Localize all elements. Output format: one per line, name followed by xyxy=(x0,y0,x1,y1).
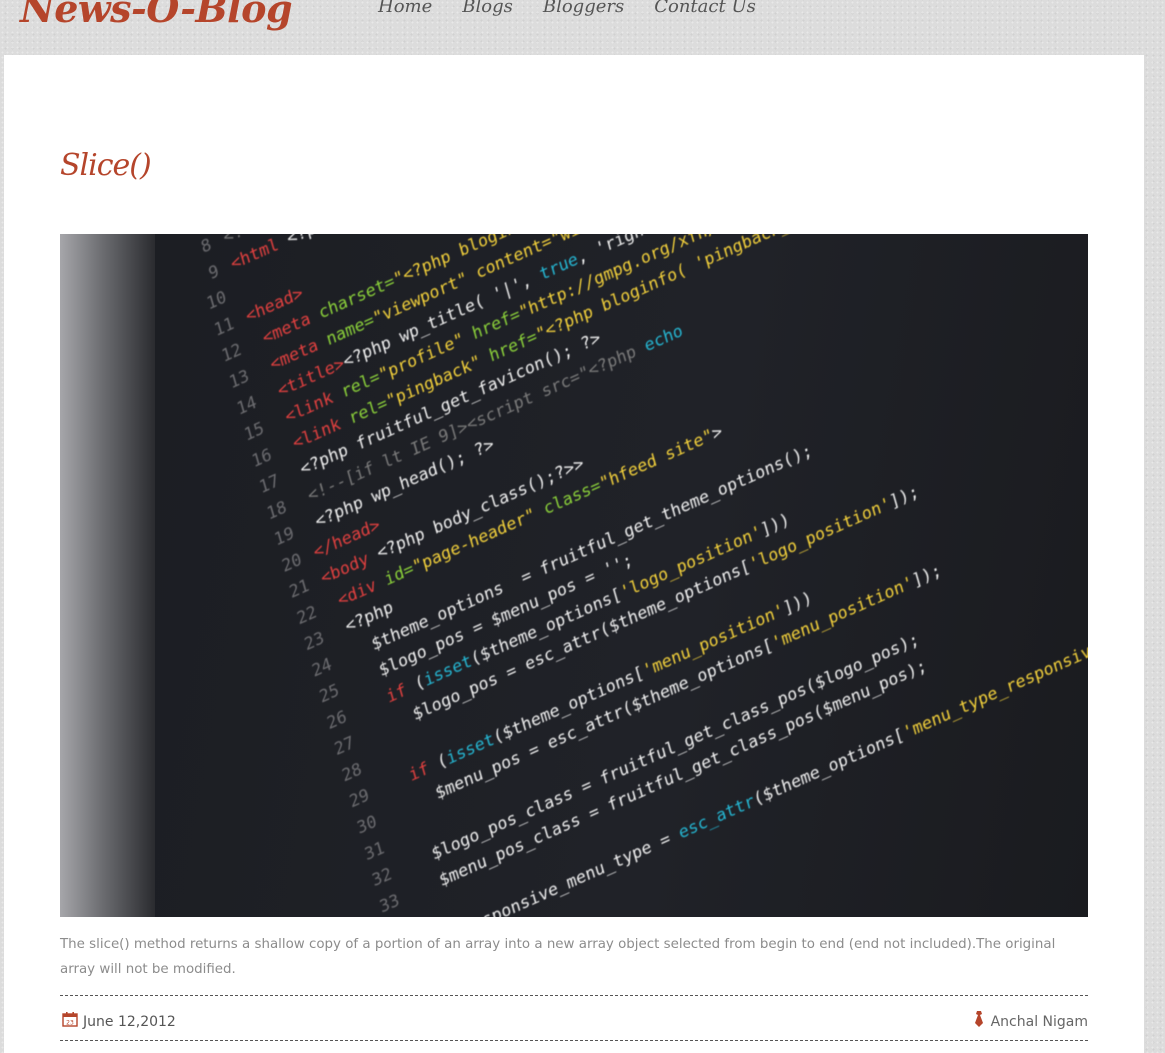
tie-icon xyxy=(973,1011,985,1032)
code-illustration: 8<!--[if IE 8]><html class="ie ie8"> 9<h… xyxy=(198,234,1088,917)
post-author: Anchal Nigam xyxy=(973,1011,1088,1032)
post-meta: 23 June 12,2012 Anchal Nigam xyxy=(60,995,1088,1041)
post-author-name[interactable]: Anchal Nigam xyxy=(991,1014,1088,1030)
post-date-text: June 12,2012 xyxy=(83,1013,176,1030)
post-title: Slice() xyxy=(60,148,152,183)
nav-contact-us[interactable]: Contact Us xyxy=(654,0,756,17)
nav-bloggers[interactable]: Bloggers xyxy=(543,0,624,17)
post-description: The slice() method returns a shallow cop… xyxy=(60,937,1056,977)
monitor-bezel xyxy=(60,234,155,917)
site-header: News-O-Blog Home Blogs Bloggers Contact … xyxy=(0,0,1165,55)
site-logo[interactable]: News-O-Blog xyxy=(20,0,293,31)
svg-text:23: 23 xyxy=(66,1020,74,1027)
main-nav: Home Blogs Bloggers Contact Us xyxy=(378,0,756,17)
post-image: 8<!--[if IE 8]><html class="ie ie8"> 9<h… xyxy=(60,234,1088,917)
post-panel: Slice() 8<!--[if IE 8]><html class="ie i… xyxy=(4,55,1144,1053)
calendar-icon: 23 xyxy=(62,1011,78,1032)
nav-blogs[interactable]: Blogs xyxy=(462,0,513,17)
post-date: 23 June 12,2012 xyxy=(62,1011,176,1032)
nav-home[interactable]: Home xyxy=(378,0,432,17)
